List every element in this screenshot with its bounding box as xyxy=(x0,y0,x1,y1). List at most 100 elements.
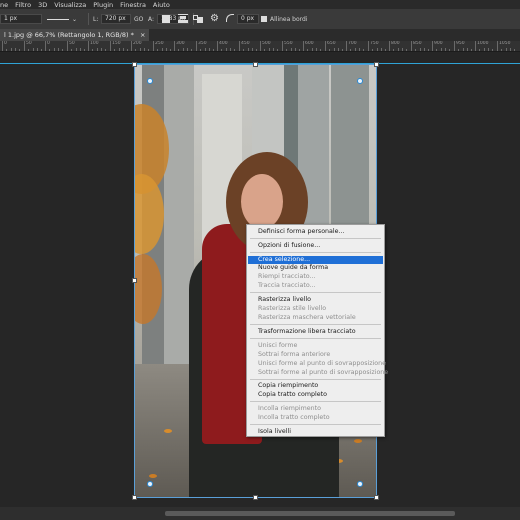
transform-handle[interactable] xyxy=(132,495,137,500)
transform-handle[interactable] xyxy=(253,62,258,67)
radius-field[interactable]: 0 px xyxy=(237,14,259,24)
menu-plugin[interactable]: Plugin xyxy=(93,1,113,9)
transform-handle[interactable] xyxy=(132,278,137,283)
ruler-minor-tick xyxy=(359,48,360,51)
menu-item-copy-fill[interactable]: Copia riempimento xyxy=(248,382,383,390)
width-field[interactable]: 720 px xyxy=(101,14,131,24)
ruler-minor-tick xyxy=(123,48,124,51)
close-icon[interactable]: × xyxy=(140,31,145,39)
transform-handle[interactable] xyxy=(374,62,379,67)
menu-item-copy-complete-stroke[interactable]: Copia tratto completo xyxy=(248,391,383,399)
ruler-minor-tick xyxy=(191,49,192,51)
ruler-minor-tick xyxy=(420,48,421,51)
ruler-minor-tick xyxy=(84,49,85,51)
ruler-minor-tick xyxy=(506,48,507,51)
ruler-minor-tick xyxy=(377,48,378,51)
ruler-minor-tick xyxy=(140,48,141,51)
menu-item-rasterize-layer[interactable]: Rasterizza livello xyxy=(248,296,383,304)
menu-item-free-transform-path[interactable]: Trasformazione libera tracciato xyxy=(248,328,383,336)
ruler-label: 250 xyxy=(155,41,164,46)
ruler-minor-tick xyxy=(135,49,136,51)
menu-item-make-selection[interactable]: Crea selezione... xyxy=(248,256,383,264)
stroke-type-dropdown[interactable]: ⌄ xyxy=(47,14,83,24)
menu-item-stroke-path: Traccia tracciato... xyxy=(258,282,316,289)
menu-item-exclude-overlap: Sottrai forme al punto di sovrapposizion… xyxy=(258,369,389,376)
link-icon[interactable]: GO xyxy=(134,14,143,24)
ruler-minor-tick xyxy=(316,48,317,51)
ruler-minor-tick xyxy=(307,49,308,51)
menu-item-rasterize-vector-mask: Rasterizza maschera vettoriale xyxy=(258,314,356,321)
ruler-tick xyxy=(475,41,476,51)
ruler-minor-tick xyxy=(101,48,102,51)
align-edges-label: Allinea bordi xyxy=(270,15,308,23)
transform-handle[interactable] xyxy=(132,62,137,67)
ruler-minor-tick xyxy=(92,49,93,51)
arrange-icon[interactable] xyxy=(193,14,203,24)
horizontal-scrollbar[interactable] xyxy=(165,511,455,516)
ruler-minor-tick xyxy=(312,48,313,51)
options-bar: 1 px ⌄ L: 720 px GO A: 1283 px ⚙ 0 px Al… xyxy=(0,9,520,30)
ruler-minor-tick xyxy=(385,49,386,51)
menu-item-new-guides-from-shape[interactable]: Nuove guide da forma xyxy=(248,264,383,272)
ruler-minor-tick xyxy=(170,49,171,51)
gear-icon[interactable]: ⚙ xyxy=(210,13,219,24)
menu-filter[interactable]: Filtro xyxy=(15,1,31,9)
ruler-minor-tick xyxy=(372,49,373,51)
ruler-minor-tick xyxy=(37,48,38,51)
ruler-minor-tick xyxy=(269,48,270,51)
transform-handle[interactable] xyxy=(374,495,379,500)
ruler-minor-tick xyxy=(299,49,300,51)
menu-item-blending-options[interactable]: Opzioni di fusione... xyxy=(248,242,383,250)
ruler-minor-tick xyxy=(234,49,235,51)
ruler-minor-tick xyxy=(15,48,16,51)
menu-separator xyxy=(250,324,381,325)
ruler-minor-tick xyxy=(80,48,81,51)
ruler-minor-tick xyxy=(463,48,464,51)
stroke-line-icon xyxy=(47,18,69,20)
corner-radius-handle[interactable] xyxy=(357,481,363,487)
ruler-label: 950 xyxy=(456,41,465,46)
align-icon[interactable] xyxy=(178,14,188,23)
ruler-minor-tick xyxy=(471,49,472,51)
menu-help[interactable]: Aiuto xyxy=(153,1,170,9)
menu-item-define-custom-shape[interactable]: Definisci forma personale... xyxy=(248,228,383,236)
ruler-minor-tick xyxy=(6,49,7,51)
ruler-tick xyxy=(196,41,197,51)
ruler-minor-tick xyxy=(97,48,98,51)
ruler-minor-tick xyxy=(187,48,188,51)
square-filled-icon[interactable] xyxy=(162,15,170,23)
menu-separator xyxy=(250,424,381,425)
context-menu: Definisci forma personale... Opzioni di … xyxy=(246,224,389,437)
menu-file[interactable]: ne xyxy=(0,1,8,9)
menu-item-paste-complete-stroke: Incolla tratto completo xyxy=(258,414,330,421)
ruler-minor-tick xyxy=(157,49,158,51)
corner-radius-handle[interactable] xyxy=(147,481,153,487)
width-value: 720 px xyxy=(105,15,126,22)
menu-window[interactable]: Finestra xyxy=(120,1,146,9)
menu-item-isolate-layers[interactable]: Isola livelli xyxy=(248,428,383,436)
ruler-minor-tick xyxy=(119,48,120,51)
ruler-minor-tick xyxy=(381,48,382,51)
corner-radius-handle[interactable] xyxy=(147,78,153,84)
stroke-width-field[interactable]: 1 px xyxy=(0,14,42,24)
ruler-label: 650 xyxy=(327,41,336,46)
document-tab[interactable]: l 1.jpg @ 66,7% (Rettangolo 1, RGB/8) * … xyxy=(0,29,150,41)
ruler-minor-tick xyxy=(488,48,489,51)
ruler-label: 900 xyxy=(434,41,443,46)
ruler-minor-tick xyxy=(329,49,330,51)
align-edges-checkbox[interactable]: Allinea bordi xyxy=(261,14,308,24)
corner-radius-handle[interactable] xyxy=(357,78,363,84)
transform-handle[interactable] xyxy=(253,495,258,500)
menu-3d[interactable]: 3D xyxy=(38,1,47,9)
ruler-minor-tick xyxy=(209,48,210,51)
ruler-minor-tick xyxy=(398,48,399,51)
menu-view[interactable]: Visualizza xyxy=(54,1,86,9)
menu-separator xyxy=(250,238,381,239)
ruler-tick xyxy=(282,41,283,51)
ruler-minor-tick xyxy=(415,49,416,51)
ruler-minor-tick xyxy=(264,49,265,51)
ruler-tick xyxy=(303,41,304,51)
ruler-minor-tick xyxy=(256,49,257,51)
ruler-label: 800 xyxy=(391,41,400,46)
ruler-tick xyxy=(497,41,498,51)
